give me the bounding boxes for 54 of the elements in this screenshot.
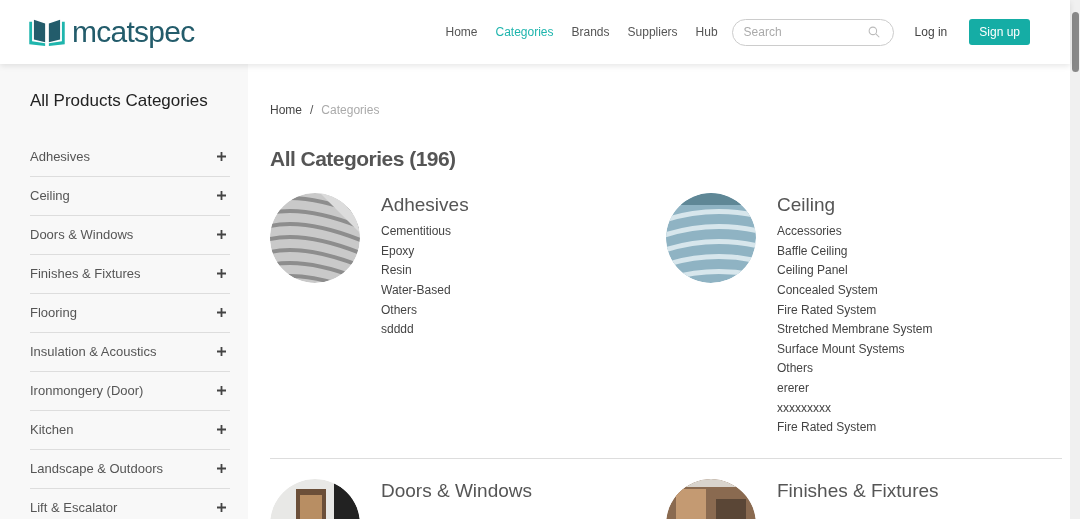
sidebar-item[interactable]: Insulation & Acoustics [30,332,230,372]
plus-icon[interactable] [217,191,226,200]
category-title[interactable]: Doors & Windows [381,478,532,503]
subcategory-link[interactable]: xxxxxxxxx [777,398,933,419]
page-heading: All Categories (196) [270,146,457,172]
plus-icon[interactable] [217,308,226,317]
breadcrumb-link[interactable]: Home [270,101,302,119]
search-field[interactable]: Search [731,18,894,46]
plus-icon[interactable] [217,425,226,434]
plus-icon[interactable] [217,503,226,512]
subcategory-link[interactable]: ererer [777,379,933,399]
subcategory-link[interactable]: Accessories [777,222,933,242]
breadcrumb-separator: / [310,102,314,119]
login-link[interactable]: Log in [914,23,948,41]
nav-link[interactable]: Hub [695,23,718,41]
subcategory-link[interactable]: Surface Mount Systems [777,339,933,360]
category-title[interactable]: Adhesives [381,192,469,217]
sidebar-item[interactable]: Ceiling [30,176,230,216]
subcategory-link[interactable]: Resin [381,261,469,282]
book-logo-icon [28,18,66,46]
plus-icon[interactable] [217,152,226,161]
scrollbar[interactable] [1070,0,1080,519]
logo-text[interactable]: mcatspec [72,17,195,47]
nav-link[interactable]: Brands [571,23,610,41]
plus-icon[interactable] [217,347,226,356]
sidebar-item[interactable]: Finishes & Fixtures [30,254,230,294]
plus-icon[interactable] [217,386,226,395]
subcategory-link[interactable]: Fire Rated System [777,300,933,321]
subcategory-link[interactable]: Stretched Membrane System [777,320,933,340]
subcategory-link[interactable]: Others [777,359,933,379]
sidebar-item[interactable]: Flooring [30,293,230,333]
category-title[interactable]: Ceiling [777,192,933,217]
subcategory-link[interactable]: Cementitious [381,222,469,242]
subcategory-link[interactable]: Baffle Ceiling [777,241,933,262]
nav-link[interactable]: Suppliers [627,23,678,41]
sidebar-item[interactable]: Landscape & Outdoors [30,449,230,489]
category-title[interactable]: Finishes & Fixtures [777,478,939,503]
plus-icon[interactable] [217,230,226,239]
nav-link[interactable]: Home [445,23,478,41]
subcategory-link[interactable]: sdddd [381,320,469,340]
subcategory-link[interactable]: Water-Based [381,281,469,301]
subcategory-link[interactable]: Concealed System [777,281,933,301]
sidebar-item[interactable]: Doors & Windows [30,215,230,255]
plus-icon[interactable] [217,269,226,278]
sidebar-item[interactable]: Adhesives [30,137,230,177]
subcategory-link[interactable]: Ceiling Panel [777,261,933,282]
subcategory-link[interactable]: Fire Rated System [777,418,933,438]
plus-icon[interactable] [217,464,226,473]
subcategory-link[interactable]: Others [381,300,469,321]
sidebar-item[interactable]: Kitchen [30,410,230,450]
sidebar-item[interactable]: Lift & Escalator [30,488,230,519]
sidebar-title: All Products Categories [30,90,209,112]
subcategory-link[interactable]: Epoxy [381,241,469,262]
sidebar-item[interactable]: Ironmongery (Door) [30,371,230,411]
